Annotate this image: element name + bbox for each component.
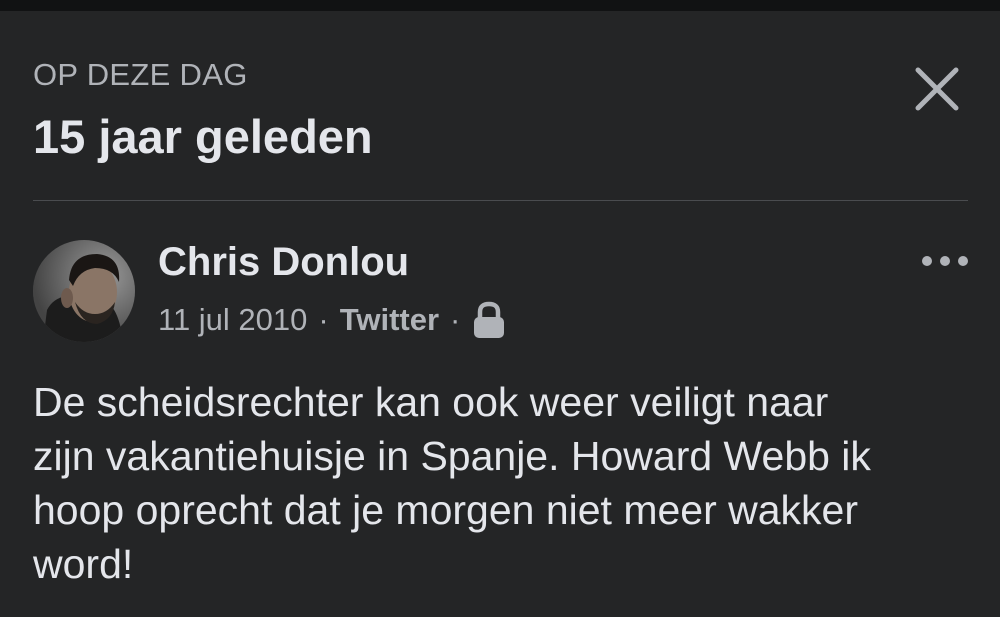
post-date[interactable]: 11 jul 2010: [158, 299, 307, 341]
memory-overline: OP DEZE DAG: [33, 57, 248, 92]
audience-button[interactable]: [471, 300, 507, 340]
avatar[interactable]: [33, 240, 135, 342]
close-button[interactable]: [910, 62, 964, 116]
meta-separator: ·: [450, 302, 461, 337]
post-text: De scheidsrechter kan ook weer veiligt n…: [33, 379, 871, 587]
more-options-button[interactable]: [917, 245, 977, 277]
memory-title: 15 jaar geleden: [33, 110, 373, 163]
post-author[interactable]: Chris Donlou: [158, 237, 409, 287]
post-source: Twitter: [339, 302, 440, 337]
memory-card: OP DEZE DAG 15 jaar geleden Chris Donlou: [0, 11, 1000, 617]
divider: [33, 200, 968, 201]
close-icon: [915, 67, 959, 111]
status-bar: [0, 0, 1000, 11]
post-meta: 11 jul 2010 · Twitter ·: [158, 299, 507, 341]
profile-photo-icon: [33, 240, 135, 342]
more-options-icon: [922, 256, 968, 266]
lock-icon: [474, 301, 505, 338]
meta-separator: ·: [318, 302, 329, 337]
